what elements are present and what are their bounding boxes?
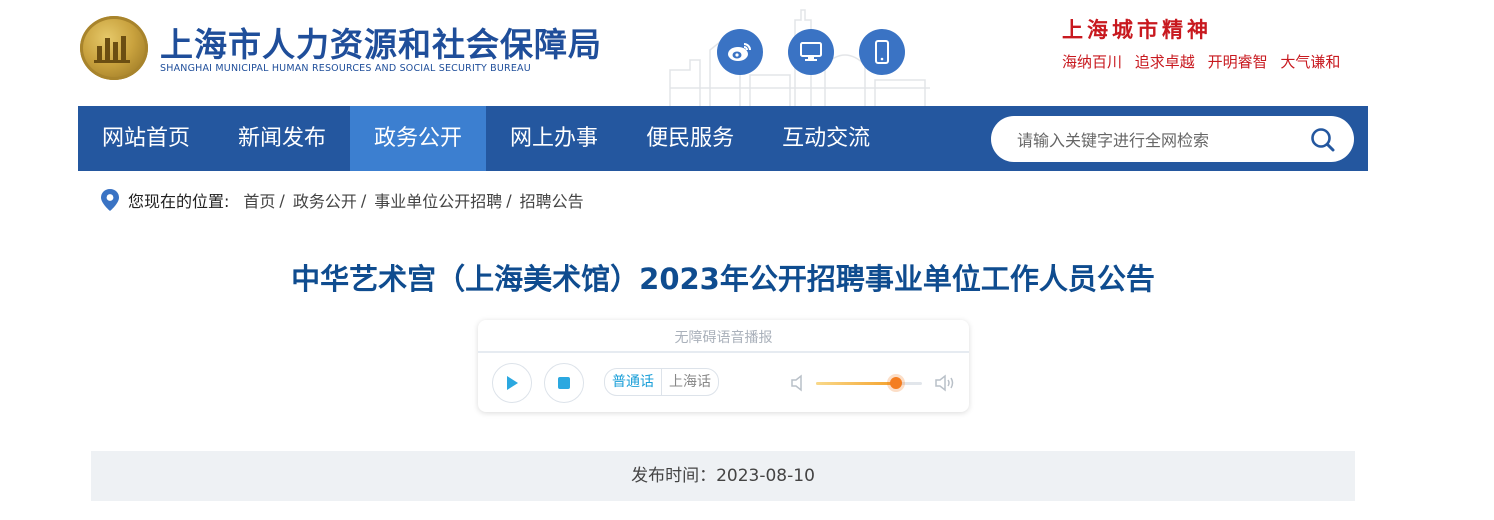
stop-button[interactable] [544,363,584,403]
player-title: 无障碍语音播报 [674,330,773,346]
nav-item-gov-affairs[interactable]: 政务公开 [350,106,487,171]
article-title: 中华艺术宫（上海美术馆）2023年公开招聘事业单位工作人员公告 [291,262,1155,296]
location-pin-icon [101,189,119,211]
weibo-button[interactable] [717,29,763,75]
volume-slider[interactable] [816,377,922,389]
audio-player: 无障碍语音播报 普通话 上海话 [478,320,969,412]
weibo-icon [728,43,751,61]
nav-item-home[interactable]: 网站首页 [78,106,214,171]
breadcrumb-announcement[interactable]: 招聘公告 [520,188,584,212]
slogan-title: 上海城市精神 [1062,17,1212,42]
search-input[interactable] [1015,125,1299,155]
slogan-item: 追求卓越 [1134,53,1195,71]
breadcrumb-label: 您现在的位置: [128,192,230,211]
breadcrumb: 您现在的位置: 首页 / 政务公开 / 事业单位公开招聘 / 招聘公告 [100,187,584,213]
search-icon[interactable] [1310,127,1336,153]
language-mandarin[interactable]: 普通话 [605,369,661,395]
nav-item-public-services[interactable]: 便民服务 [622,106,758,171]
breadcrumb-home[interactable]: 首页 [243,188,275,212]
breadcrumb-separator: / [506,190,512,210]
slogan-item: 开明睿智 [1207,53,1268,71]
publish-date: 发布时间：2023-08-10 [631,466,815,486]
volume-fill [816,382,896,385]
volume-low-icon[interactable] [790,374,806,392]
mobile-button[interactable] [859,29,905,75]
breadcrumb-recruitment[interactable]: 事业单位公开招聘 [374,188,502,212]
stop-icon [558,377,570,389]
volume-high-icon[interactable] [934,374,956,392]
nav-item-news[interactable]: 新闻发布 [214,106,350,171]
player-progress-track[interactable] [478,351,969,353]
breadcrumb-separator: / [360,190,367,210]
language-toggle: 普通话 上海话 [604,368,719,396]
desktop-button[interactable] [788,29,834,75]
language-shanghainese[interactable]: 上海话 [661,369,718,395]
desktop-icon [800,42,822,61]
site-search [991,116,1354,162]
slogan-item: 海纳百川 [1062,53,1123,71]
slogan-list: 海纳百川 追求卓越 开明睿智 大气谦和 [1062,51,1348,72]
publish-date-bar: 发布时间：2023-08-10 [91,451,1355,501]
nav-item-interaction[interactable]: 互动交流 [758,106,894,171]
play-button[interactable] [492,363,532,403]
volume-knob[interactable] [889,377,902,389]
breadcrumb-gov-affairs[interactable]: 政务公开 [293,188,357,212]
nav-item-online-services[interactable]: 网上办事 [486,106,622,171]
slogan-item: 大气谦和 [1280,53,1341,71]
site-header: 上海市人力资源和社会保障局 SHANGHAI MUNICIPAL HUMAN R… [0,0,1494,106]
mobile-icon [875,40,889,64]
bureau-emblem-icon[interactable] [80,16,148,80]
org-name-cn[interactable]: 上海市人力资源和社会保障局 [160,18,602,66]
breadcrumb-separator: / [279,190,285,210]
org-name-en: SHANGHAI MUNICIPAL HUMAN RESOURCES AND S… [160,63,531,74]
play-icon [507,376,518,390]
